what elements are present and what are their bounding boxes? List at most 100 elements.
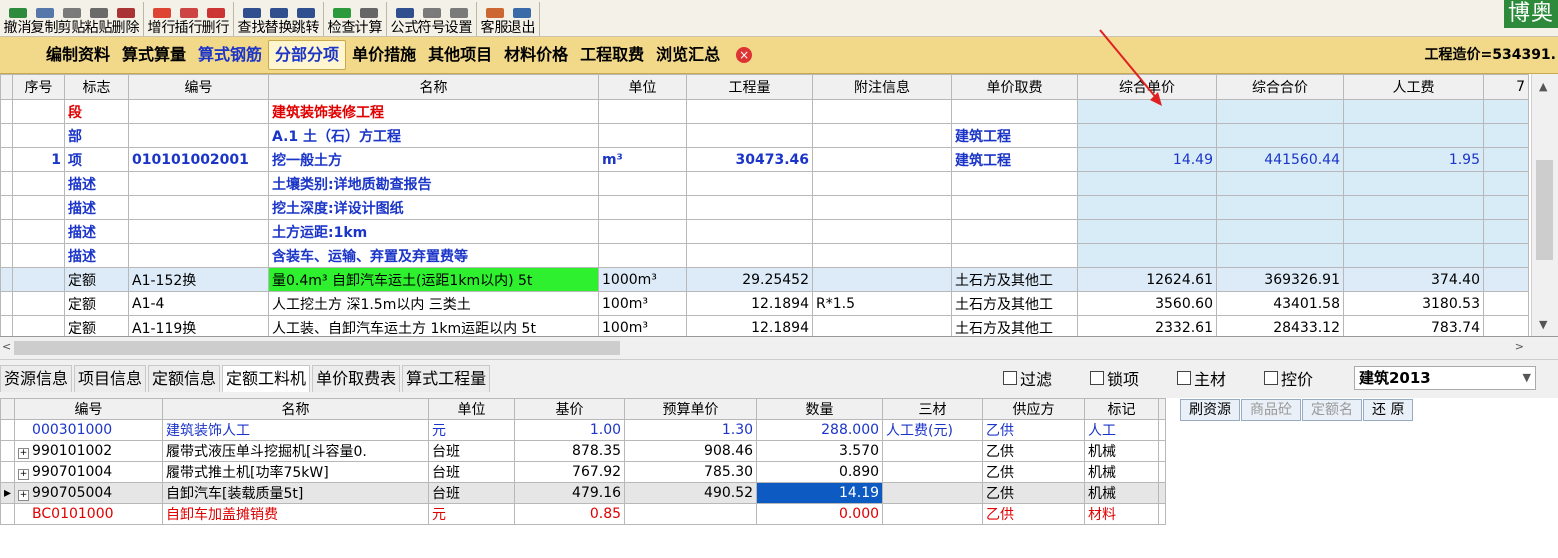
table-cell[interactable]: 14.19 — [756, 482, 884, 504]
table-cell[interactable] — [882, 482, 984, 504]
toolbar-button[interactable]: 粘贴 — [85, 2, 113, 36]
table-cell[interactable]: 12.1894 — [686, 315, 813, 336]
table-cell[interactable]: A1-119换 — [128, 315, 269, 336]
menu-item[interactable]: 其他项目 — [422, 41, 498, 69]
table-cell[interactable] — [686, 219, 813, 244]
scroll-down-icon[interactable]: ▼ — [1539, 318, 1547, 331]
table-cell[interactable]: 288.000 — [756, 419, 884, 441]
table-cell[interactable]: 3180.53 — [1343, 291, 1484, 316]
checkbox-box[interactable] — [1264, 371, 1278, 385]
table-cell[interactable]: 010101002001 — [128, 147, 269, 172]
table-row[interactable]: +990701004 履带式推土机[功率75kW] 台班 767.92 785.30 0.… — [0, 461, 1167, 483]
table-cell[interactable] — [128, 123, 269, 148]
table-row[interactable]: 部 A.1 土（石）方工程 建筑工程 — [0, 123, 1529, 148]
resource-action-button[interactable]: 商品砼 — [1241, 399, 1301, 421]
table-cell[interactable]: 土石方及其他工 — [951, 315, 1078, 336]
table-cell[interactable]: 100m³ — [598, 291, 687, 316]
toolbar-button[interactable]: 客服 — [481, 2, 509, 36]
table-cell[interactable]: 挖一般土方 — [268, 147, 599, 172]
table-cell[interactable]: 29.25452 — [686, 267, 813, 292]
toolbar-button[interactable]: 增行 — [148, 2, 176, 36]
grid-horizontal-scrollbar[interactable]: < > — [0, 337, 1558, 360]
scroll-up-icon[interactable]: ▲ — [1539, 80, 1547, 93]
table-cell[interactable] — [1216, 123, 1344, 148]
table-cell[interactable]: 30473.46 — [686, 147, 813, 172]
table-cell[interactable] — [1077, 123, 1217, 148]
table-cell[interactable] — [1483, 123, 1529, 148]
table-cell[interactable]: 描述 — [64, 243, 129, 268]
table-cell[interactable] — [598, 243, 687, 268]
table-cell[interactable] — [1483, 267, 1529, 292]
table-cell[interactable]: BC0101000 — [14, 503, 164, 525]
table-cell[interactable] — [12, 291, 65, 316]
table-cell[interactable] — [128, 243, 269, 268]
expand-icon[interactable]: + — [18, 469, 30, 480]
table-cell[interactable]: 490.52 — [624, 482, 758, 504]
toolbar-button[interactable]: 跳转 — [292, 2, 320, 36]
table-cell[interactable]: 43401.58 — [1216, 291, 1344, 316]
table-row[interactable]: 000301000 建筑装饰人工元 1.00 1.30 288.000 人工费(元) 乙供人… — [0, 419, 1167, 441]
table-cell[interactable]: 人工装、自卸汽车运土方 1km运距以内 5t — [268, 315, 599, 336]
table-cell[interactable] — [686, 195, 813, 220]
table-cell[interactable] — [686, 123, 813, 148]
table-cell[interactable] — [598, 123, 687, 148]
table-cell[interactable]: 1.30 — [624, 419, 758, 441]
table-cell[interactable] — [12, 315, 65, 336]
checkbox-box[interactable] — [1090, 371, 1104, 385]
table-cell[interactable] — [812, 195, 952, 220]
tab-4[interactable]: 单价取费表 — [312, 364, 401, 392]
table-cell[interactable]: 100m³ — [598, 315, 687, 336]
table-cell[interactable]: 机械 — [1084, 461, 1160, 483]
table-cell[interactable] — [1077, 219, 1217, 244]
table-cell[interactable] — [686, 171, 813, 196]
table-row[interactable]: ▸ +990705004 自卸汽车[装载质量5t] 台班 479.16 490.52 14.… — [0, 482, 1167, 504]
table-cell[interactable] — [1343, 243, 1484, 268]
toolbar-button[interactable]: 插行 — [175, 2, 203, 36]
toolbar-button[interactable]: 删除 — [112, 2, 140, 36]
table-cell[interactable]: 描述 — [64, 195, 129, 220]
table-row[interactable]: 段 建筑装饰装修工程 — [0, 99, 1529, 124]
table-cell[interactable] — [882, 461, 984, 483]
table-row[interactable]: 定额 A1-4 人工挖土方 深1.5m以内 三类土 100m³ 12.1894 R*1.5… — [0, 291, 1529, 316]
table-cell[interactable] — [1077, 99, 1217, 124]
table-cell[interactable] — [812, 219, 952, 244]
table-cell[interactable]: 材料 — [1084, 503, 1160, 525]
table-cell[interactable] — [1343, 123, 1484, 148]
table-row[interactable]: BC0101000 自卸车加盖摊销费元 0.85 0.000 乙供 材料 — [0, 503, 1167, 525]
table-cell[interactable] — [882, 440, 984, 462]
toolbar-button[interactable]: 剪贴 — [58, 2, 86, 36]
table-cell[interactable]: 含装车、运输、弃置及弃置费等 — [268, 243, 599, 268]
table-cell[interactable] — [1216, 171, 1344, 196]
table-cell[interactable] — [1343, 171, 1484, 196]
table-row[interactable]: 定额 A1-119换 人工装、自卸汽车运土方 1km运距以内 5t 100m³ 12.1… — [0, 315, 1529, 336]
table-cell[interactable] — [128, 219, 269, 244]
table-cell[interactable]: 908.46 — [624, 440, 758, 462]
table-cell[interactable]: 乙供 — [982, 419, 1086, 441]
table-cell[interactable] — [812, 315, 952, 336]
table-cell[interactable]: 374.40 — [1343, 267, 1484, 292]
table-cell[interactable]: 12624.61 — [1077, 267, 1217, 292]
menu-item[interactable]: 编制资料 — [40, 41, 116, 69]
toolbar-button[interactable]: 公式 — [391, 2, 419, 36]
toolbar-button[interactable]: 查找 — [238, 2, 266, 36]
table-cell[interactable]: 土方运距:1km — [268, 219, 599, 244]
toolbar-button[interactable]: 复制 — [31, 2, 59, 36]
table-cell[interactable] — [686, 243, 813, 268]
table-cell[interactable]: 建筑工程 — [951, 123, 1078, 148]
table-cell[interactable]: 土壤类别:详地质勘查报告 — [268, 171, 599, 196]
tab-1[interactable]: 项目信息 — [74, 364, 147, 392]
table-cell[interactable]: 乙供 — [982, 503, 1086, 525]
table-row[interactable]: 描述 挖土深度:详设计图纸 — [0, 195, 1529, 220]
table-cell[interactable]: 人工 — [1084, 419, 1160, 441]
table-cell[interactable]: 自卸汽车[装载质量5t] — [162, 482, 430, 504]
table-cell[interactable] — [12, 243, 65, 268]
table-cell[interactable] — [812, 243, 952, 268]
table-cell[interactable]: 12.1894 — [686, 291, 813, 316]
table-cell[interactable] — [1483, 147, 1529, 172]
table-row[interactable]: 描述 土方运距:1km — [0, 219, 1529, 244]
resource-action-button[interactable]: 定额名 — [1302, 399, 1362, 421]
table-cell[interactable]: 履带式液压单斗挖掘机[斗容量0. — [162, 440, 430, 462]
table-cell[interactable] — [12, 171, 65, 196]
checkbox-box[interactable] — [1177, 371, 1191, 385]
table-cell[interactable]: 土石方及其他工 — [951, 267, 1078, 292]
